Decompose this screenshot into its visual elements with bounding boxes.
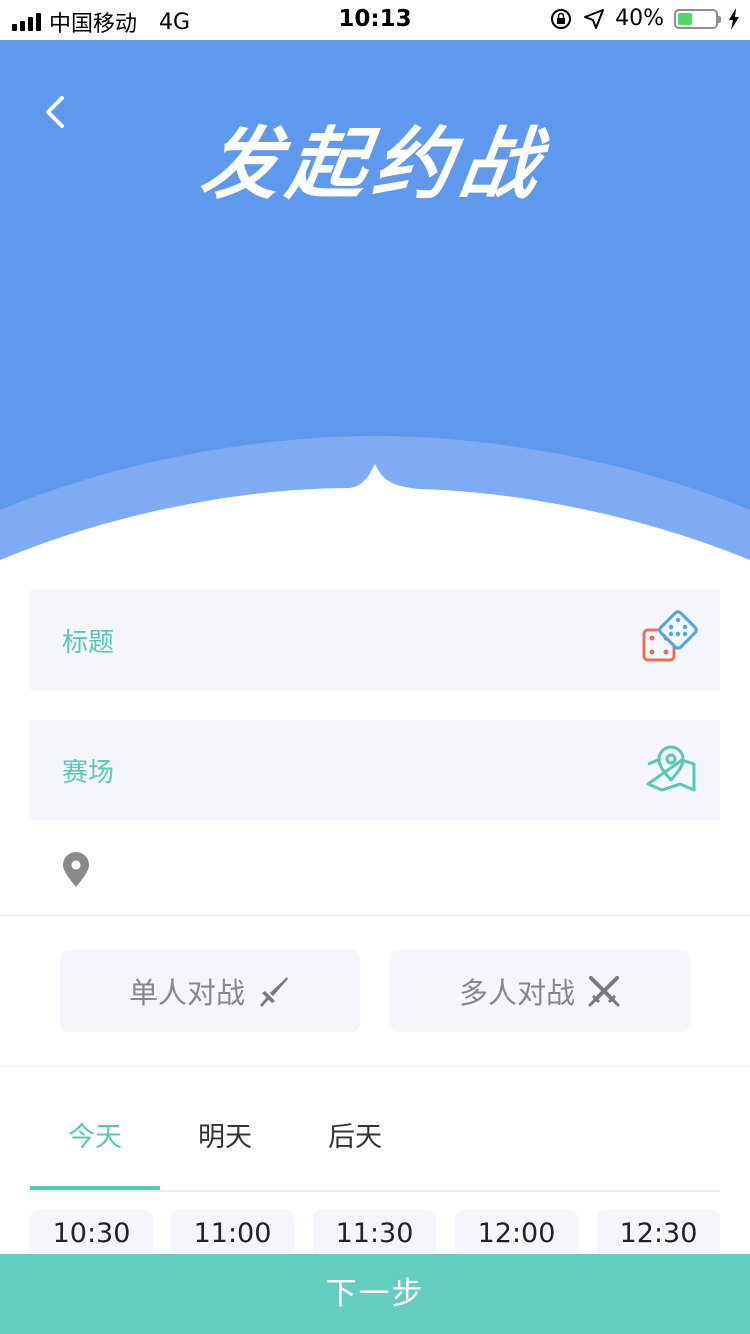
multi-battle-button[interactable]: 多人对战 bbox=[390, 950, 690, 1032]
next-step-button[interactable]: 下一步 bbox=[0, 1254, 750, 1334]
charging-bolt-icon bbox=[729, 7, 739, 30]
page-title: 发起约战 bbox=[195, 119, 553, 210]
tab-tomorrow[interactable]: 明天 bbox=[160, 1095, 290, 1188]
date-tabs: 今天 明天 后天 bbox=[30, 1095, 720, 1192]
crossed-swords-icon bbox=[588, 976, 620, 1007]
single-battle-label: 单人对战 bbox=[128, 976, 245, 1010]
tab-day-after[interactable]: 后天 bbox=[290, 1095, 420, 1188]
section-divider bbox=[0, 1066, 750, 1067]
rotation-lock-icon bbox=[551, 8, 572, 29]
dice-icon bbox=[642, 610, 698, 662]
single-battle-button[interactable]: 单人对战 bbox=[60, 950, 360, 1032]
tab-today[interactable]: 今天 bbox=[30, 1095, 160, 1190]
battery-icon bbox=[674, 8, 721, 29]
venue-field-label: 赛场 bbox=[62, 758, 115, 788]
status-right: 40% bbox=[549, 6, 740, 31]
multi-battle-label: 多人对战 bbox=[458, 976, 575, 1010]
battery-percent: 40% bbox=[615, 6, 664, 31]
venue-field[interactable]: 赛场 bbox=[30, 720, 720, 820]
title-field-label: 标题 bbox=[62, 628, 115, 658]
title-field[interactable]: 标题 bbox=[30, 590, 720, 690]
location-row[interactable] bbox=[0, 820, 750, 916]
location-arrow-icon bbox=[584, 8, 605, 29]
map-pin-icon[interactable] bbox=[642, 740, 700, 798]
location-pin-icon bbox=[63, 852, 89, 887]
status-bar: 中国移动 4G 10:13 40% bbox=[0, 0, 750, 40]
sword-icon bbox=[260, 977, 288, 1007]
header-banner: 发起约战 bbox=[0, 40, 750, 560]
